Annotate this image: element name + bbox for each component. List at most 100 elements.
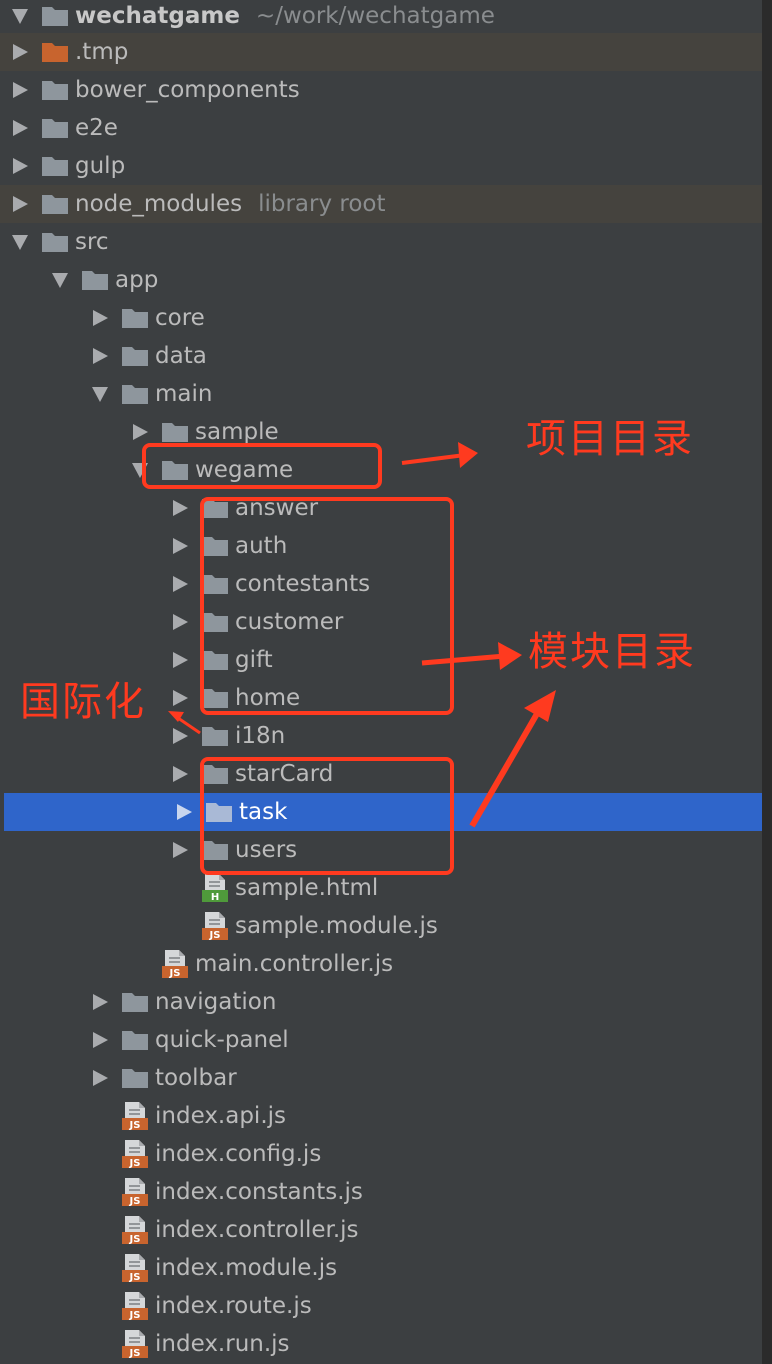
svg-text:JS: JS [129, 1234, 141, 1245]
expand-arrow-icon[interactable] [164, 793, 204, 831]
arrow-spacer [80, 1287, 120, 1325]
svg-text:JS: JS [129, 1120, 141, 1131]
arrow-spacer [80, 1097, 120, 1135]
tree-item-label: index.constants.js [155, 1179, 363, 1205]
folder-icon [200, 717, 230, 755]
tree-item-label: bower_components [75, 77, 300, 103]
folder-row-toolbar[interactable]: toolbar [0, 1059, 762, 1097]
js-file-icon: JS [120, 1287, 150, 1325]
tree-item-label: app [115, 267, 159, 293]
file-row-index-config-js[interactable]: JS index.config.js [0, 1135, 762, 1173]
folder-icon [120, 375, 150, 413]
tree-item-hint: library root [258, 191, 386, 217]
expand-arrow-icon[interactable] [0, 0, 40, 35]
expand-arrow-icon[interactable] [160, 565, 200, 603]
arrow-spacer [120, 945, 160, 983]
file-row-index-route-js[interactable]: JS index.route.js [0, 1287, 762, 1325]
folder-row-quick-panel[interactable]: quick-panel [0, 1021, 762, 1059]
folder-icon [120, 299, 150, 337]
file-row-main-controller-js[interactable]: JS main.controller.js [0, 945, 762, 983]
tree-item-label: main [155, 381, 213, 407]
collapse-arrow-icon[interactable] [80, 375, 120, 413]
js-file-icon: JS [120, 1211, 150, 1249]
module-dir-highlight-bottom [200, 757, 454, 875]
arrow-spacer [80, 1325, 120, 1363]
arrow-spacer [80, 1249, 120, 1287]
collapse-arrow-icon[interactable] [0, 223, 40, 261]
expand-arrow-icon[interactable] [80, 1059, 120, 1097]
file-row-sample-module-js[interactable]: JS sample.module.js [0, 907, 762, 945]
file-row-index-controller-js[interactable]: JS index.controller.js [0, 1211, 762, 1249]
scrollbar-track[interactable] [762, 0, 772, 1364]
collapse-arrow-icon[interactable] [40, 261, 80, 299]
arrow-spacer [80, 1135, 120, 1173]
tree-item-label: .tmp [75, 39, 129, 65]
expand-arrow-icon[interactable] [0, 185, 40, 223]
i18n-annotation: 国际化 [20, 679, 146, 725]
tree-item-label: index.run.js [155, 1331, 290, 1357]
project-dir-annotation: 项目目录 [526, 416, 694, 462]
root-path: ~/work/wechatgame [255, 3, 495, 29]
folder-row-node-modules[interactable]: node_modules library root [0, 185, 762, 223]
arrow-spacer [80, 1173, 120, 1211]
tree-item-label: node_modules [75, 191, 243, 217]
expand-arrow-icon[interactable] [160, 603, 200, 641]
folder-icon [120, 1059, 150, 1097]
folder-row-src[interactable]: src [0, 223, 762, 261]
file-row-index-api-js[interactable]: JS index.api.js [0, 1097, 762, 1135]
folder-row-main[interactable]: main [0, 375, 762, 413]
file-row-index-run-js[interactable]: JS index.run.js [0, 1325, 762, 1363]
expand-arrow-icon[interactable] [160, 679, 200, 717]
expand-arrow-icon[interactable] [160, 489, 200, 527]
expand-arrow-icon[interactable] [0, 147, 40, 185]
file-row-index-module-js[interactable]: JS index.module.js [0, 1249, 762, 1287]
svg-text:H: H [211, 892, 219, 903]
expand-arrow-icon[interactable] [0, 71, 40, 109]
folder-row-tmp[interactable]: .tmp [0, 33, 762, 71]
arrow-spacer [160, 907, 200, 945]
folder-row-e2e[interactable]: e2e [0, 109, 762, 147]
root-name: wechatgame [75, 3, 240, 29]
expand-arrow-icon[interactable] [160, 717, 200, 755]
tree-item-label: index.module.js [155, 1255, 338, 1281]
folder-icon [40, 0, 70, 35]
project-dir-highlight [142, 443, 382, 489]
tree-item-label: core [155, 305, 205, 331]
tree-item-label: src [75, 229, 109, 255]
folder-row-core[interactable]: core [0, 299, 762, 337]
folder-row-bower-components[interactable]: bower_components [0, 71, 762, 109]
expand-arrow-icon[interactable] [160, 641, 200, 679]
js-file-icon: JS [200, 907, 230, 945]
expand-arrow-icon[interactable] [0, 33, 40, 71]
tree-item-label: e2e [75, 115, 118, 141]
svg-text:JS: JS [129, 1310, 141, 1321]
expand-arrow-icon[interactable] [80, 337, 120, 375]
tree-item-label: quick-panel [155, 1027, 289, 1053]
svg-text:JS: JS [129, 1196, 141, 1207]
expand-arrow-icon[interactable] [80, 299, 120, 337]
folder-icon [120, 337, 150, 375]
expand-arrow-icon[interactable] [0, 109, 40, 147]
folder-icon [40, 223, 70, 261]
expand-arrow-icon[interactable] [160, 527, 200, 565]
tree-root[interactable]: wechatgame ~/work/wechatgame [0, 0, 762, 35]
expand-arrow-icon[interactable] [80, 983, 120, 1021]
tree-item-label: main.controller.js [195, 951, 394, 977]
js-file-icon: JS [120, 1135, 150, 1173]
expand-arrow-icon[interactable] [160, 831, 200, 869]
folder-icon [40, 185, 70, 223]
expand-arrow-icon[interactable] [80, 1021, 120, 1059]
folder-row-gulp[interactable]: gulp [0, 147, 762, 185]
svg-text:JS: JS [129, 1158, 141, 1169]
folder-row-app[interactable]: app [0, 261, 762, 299]
folder-icon [40, 71, 70, 109]
file-row-index-constants-js[interactable]: JS index.constants.js [0, 1173, 762, 1211]
svg-text:JS: JS [209, 930, 221, 941]
folder-row-navigation[interactable]: navigation [0, 983, 762, 1021]
folder-row-data[interactable]: data [0, 337, 762, 375]
arrow-spacer [160, 869, 200, 907]
svg-text:JS: JS [169, 968, 181, 979]
expand-arrow-icon[interactable] [160, 755, 200, 793]
tree-item-label: gulp [75, 153, 126, 179]
tree-item-label: navigation [155, 989, 277, 1015]
